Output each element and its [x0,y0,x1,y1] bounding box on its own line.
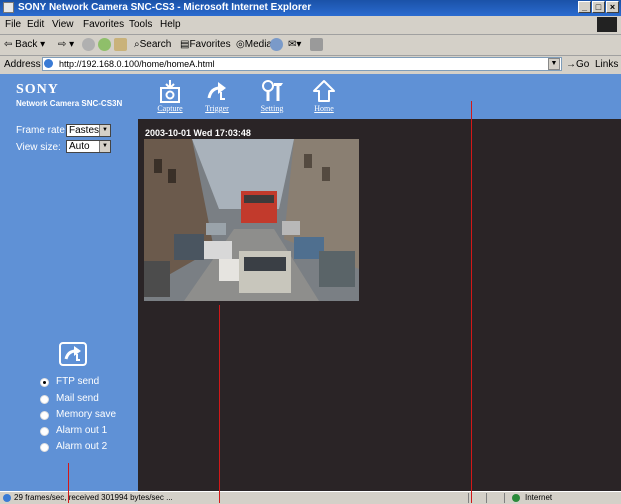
menu-tools[interactable]: Tools [129,19,152,30]
home-toolbar-icon[interactable] [114,38,127,51]
security-zone: Internet [525,493,553,502]
camera-timestamp: 2003-10-01 Wed 17:03:48 [145,128,251,138]
sony-logo: SONY [16,82,59,97]
app-icon [3,2,14,13]
trigger-option-label: Alarm out 2 [56,441,108,452]
setting-icon [262,80,283,101]
search-button[interactable]: ⌕Search [134,39,171,50]
back-button[interactable]: ⇦ Back ▾ [4,39,45,50]
menu-view[interactable]: View [52,19,74,30]
frame-rate-label: Frame rate [16,125,65,136]
title-bar: SONY Network Camera SNC-CS3 - Microsoft … [0,0,621,16]
address-label: Address [4,59,41,70]
view-size-label: View size: [16,142,61,153]
links-button[interactable]: Links [595,59,618,70]
windows-logo-icon [597,17,617,32]
chevron-down-icon: ▼ [99,125,110,136]
address-input[interactable]: http://192.168.0.100/home/homeA.html [42,57,562,71]
minimize-button[interactable]: _ [578,1,591,13]
internet-zone-icon [512,494,520,502]
page-content: SONY Network Camera SNC-CS3N Frame rate … [0,74,621,491]
page-done-icon [3,494,11,502]
menu-edit[interactable]: Edit [27,19,44,30]
callout-line-panel [68,463,69,503]
window-controls: _ □ × [578,1,619,13]
maximize-button[interactable]: □ [592,1,605,13]
home-button[interactable]: Home [302,79,346,113]
radio-icon[interactable] [40,427,49,436]
trigger-icon [207,82,226,100]
forward-button[interactable]: ⇨ ▾ [58,39,74,50]
chevron-down-icon: ▼ [99,141,110,152]
trigger-icon[interactable] [59,342,87,366]
print-icon[interactable] [310,38,323,51]
close-button[interactable]: × [606,1,619,13]
search-label: Search [139,39,172,50]
frame-rate-select[interactable]: Fastest ▼ [66,124,111,137]
menu-help[interactable]: Help [160,19,181,30]
camera-model: Network Camera SNC-CS3N [16,99,123,108]
trigger-option-label: Alarm out 1 [56,425,108,436]
menu-file[interactable]: File [5,19,21,30]
status-divider [486,493,487,503]
media-button[interactable]: ◎Media [236,39,272,50]
setting-label: Setting [260,104,284,113]
camera-image [144,139,359,301]
go-button[interactable]: →Go [566,59,589,70]
control-panel: SONY Network Camera SNC-CS3N Frame rate … [0,74,138,491]
address-dropdown-button[interactable]: ▼ [548,58,560,70]
toolbar: ⇦ Back ▾ ⇨ ▾ ⌕Search ▤Favorites ◎Media ✉… [0,35,621,56]
view-size-select[interactable]: Auto ▼ [66,140,111,153]
favorites-label: Favorites [189,39,231,50]
menu-favorites[interactable]: Favorites [83,19,124,30]
media-label: Media [244,39,272,50]
address-bar: Address http://192.168.0.100/home/homeA.… [0,56,621,73]
ie-page-icon [44,59,53,68]
radio-icon[interactable] [40,378,49,387]
capture-label: Capture [157,104,183,113]
capture-button[interactable]: Capture [148,79,192,113]
go-label: Go [576,59,590,70]
radio-icon[interactable] [40,395,49,404]
menu-bar: File Edit View Favorites Tools Help [0,16,621,35]
trigger-option-label: Mail send [56,393,99,404]
home-label: Home [314,104,334,113]
window-title: SONY Network Camera SNC-CS3 - Microsoft … [18,2,312,13]
callout-line-viewer [471,101,472,503]
camera-street-scene [144,139,359,301]
history-icon[interactable] [270,38,283,51]
trigger-option-label: FTP send [56,376,100,387]
home-icon [313,80,335,102]
status-bar: 29 frames/sec, received 301994 bytes/sec… [0,491,621,504]
back-label: Back [15,39,38,50]
trigger-button[interactable]: Trigger [195,79,239,113]
trigger-label: Trigger [205,104,229,113]
trigger-option-label: Memory save [56,409,117,420]
favorites-button[interactable]: ▤Favorites [180,39,231,50]
mail-button[interactable]: ✉▾ [288,39,301,50]
callout-line-image [219,305,220,503]
radio-icon[interactable] [40,411,49,420]
frame-rate-value: Fastest [69,125,102,136]
status-divider [504,493,505,503]
status-text: 29 frames/sec, received 301994 bytes/sec… [14,493,173,502]
radio-icon[interactable] [40,443,49,452]
refresh-icon[interactable] [98,38,111,51]
setting-button[interactable]: Setting [250,79,294,113]
view-size-value: Auto [69,141,90,152]
capture-icon [160,80,180,103]
stop-icon[interactable] [82,38,95,51]
status-divider [468,493,469,503]
